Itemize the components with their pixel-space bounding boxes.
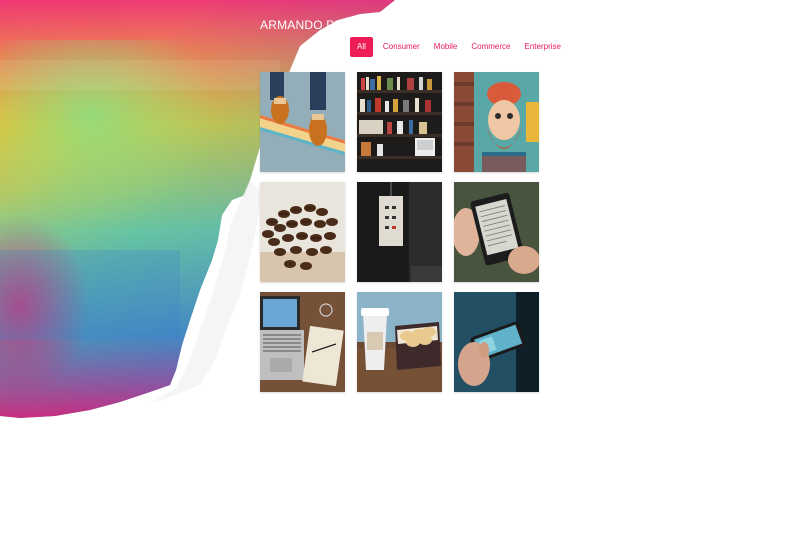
gallery-item-coffee-cup-and-cookies[interactable]: [357, 292, 442, 392]
phone-in-hand-image: [454, 292, 539, 392]
gallery-item-hanging-sign[interactable]: [357, 182, 442, 282]
portfolio-gallery: [260, 72, 539, 392]
gallery-item-phone-in-hand[interactable]: [454, 292, 539, 392]
gallery-item-ereader-in-hand[interactable]: [454, 182, 539, 282]
filter-all[interactable]: All: [350, 37, 373, 57]
skateboard-feet-image: [260, 72, 345, 172]
filter-mobile[interactable]: Mobile: [427, 37, 465, 57]
filter-enterprise[interactable]: Enterprise: [518, 37, 568, 57]
portfolio-filter-bar: All Consumer Mobile Commerce Enterprise: [350, 37, 568, 57]
coffee-beans-image: [260, 182, 345, 282]
hanging-sign-image: [357, 182, 442, 282]
bookshelf-image: [357, 72, 442, 172]
coffee-cup-and-cookies-image: [357, 292, 442, 392]
gallery-item-laptop-and-notebook[interactable]: [260, 292, 345, 392]
brand-name[interactable]: ARMANDO PEREZ: [260, 18, 367, 32]
gallery-item-skateboard-feet[interactable]: [260, 72, 345, 172]
gallery-item-coffee-beans[interactable]: [260, 182, 345, 282]
bearded-man-mural-image: [454, 72, 539, 172]
filter-commerce[interactable]: Commerce: [464, 37, 517, 57]
gallery-item-bearded-man-mural[interactable]: [454, 72, 539, 172]
ereader-in-hand-image: [454, 182, 539, 282]
laptop-and-notebook-image: [260, 292, 345, 392]
filter-consumer[interactable]: Consumer: [376, 37, 427, 57]
gallery-item-bookshelf[interactable]: [357, 72, 442, 172]
